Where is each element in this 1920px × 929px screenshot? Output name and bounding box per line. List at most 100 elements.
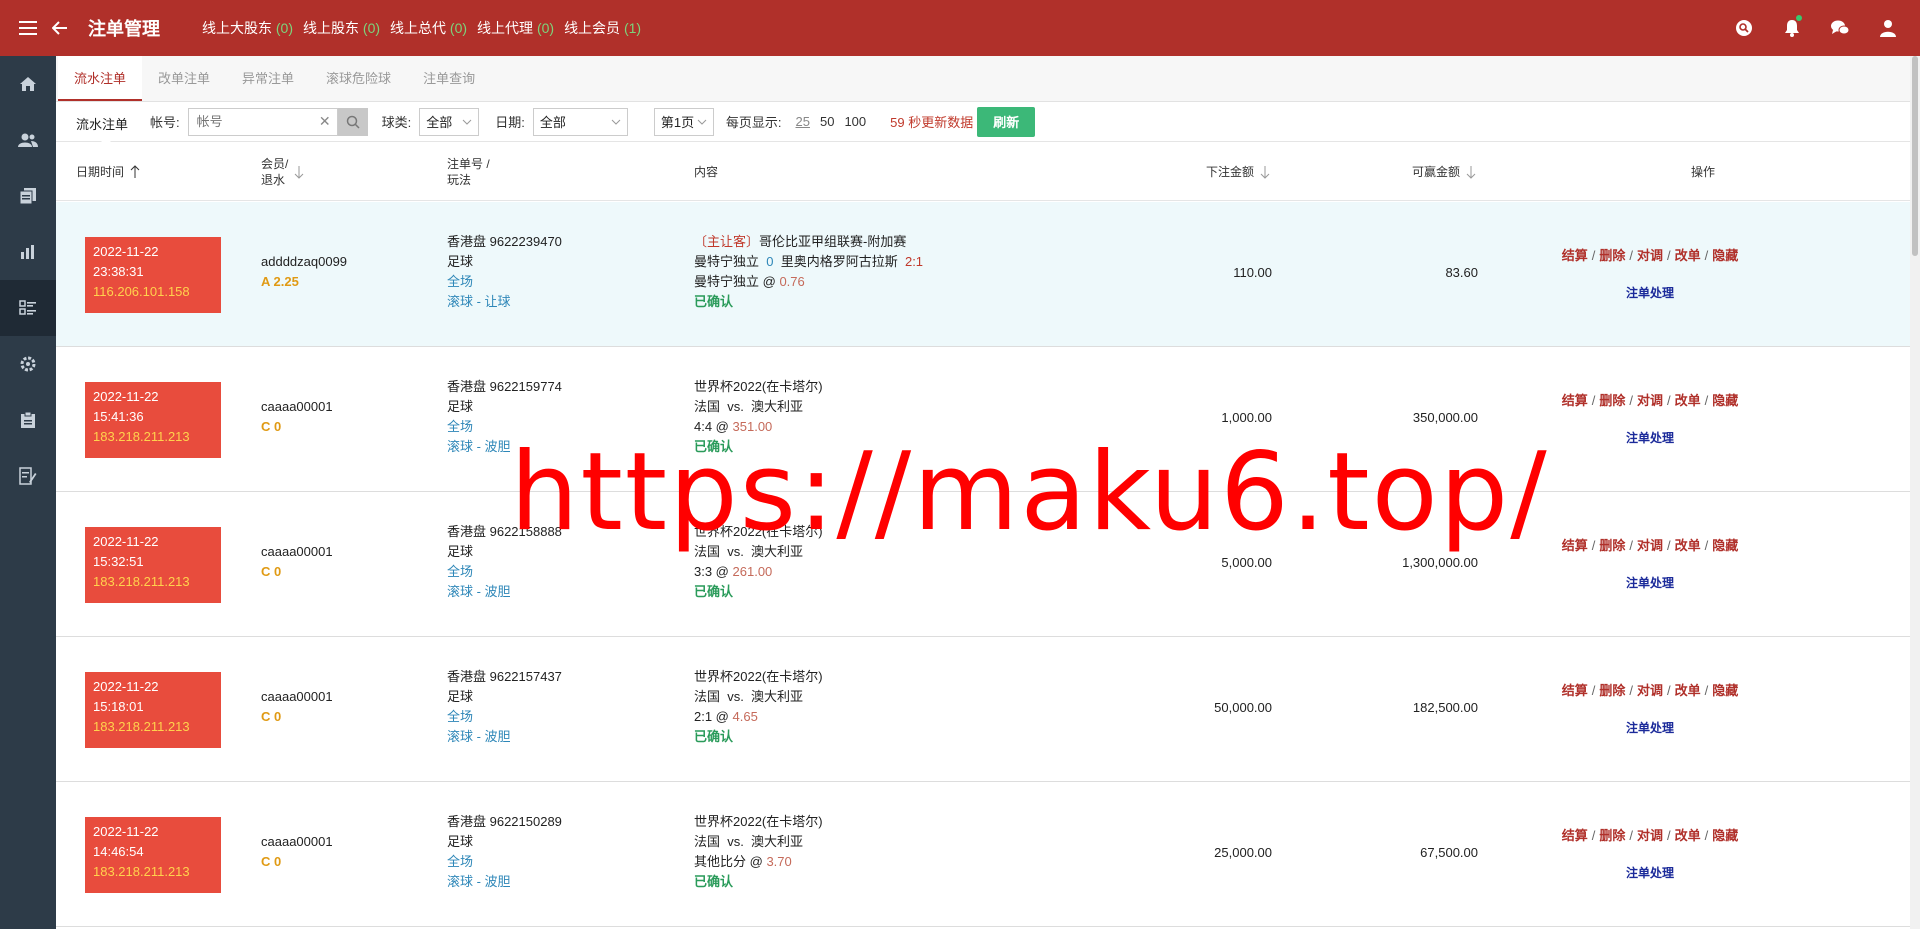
col-member[interactable]: 会员/退水 (261, 142, 304, 201)
nav-edit-docs[interactable] (0, 448, 56, 504)
stake-amount: 5,000.00 (1221, 555, 1272, 570)
settle-link[interactable]: 结算 (1562, 538, 1588, 553)
per-page-25[interactable]: 25 (796, 114, 810, 129)
col-datetime[interactable]: 日期时间 (76, 142, 140, 201)
delete-link[interactable]: 删除 (1599, 393, 1625, 408)
refresh-button[interactable]: 刷新 (977, 106, 1036, 137)
modify-link[interactable]: 改单 (1675, 248, 1701, 263)
bet-info-cell: 香港盘 9622150289 足球 全场 滚球 - 波胆 (447, 814, 562, 889)
row-actions: 结算 / 删除 / 对调 / 改单 / 隐藏 注单处理 (1507, 680, 1793, 736)
table-body: 2022-11-22 23:38:31 116.206.101.158 addddza… (56, 202, 1910, 929)
modify-link[interactable]: 改单 (1675, 393, 1701, 408)
home-icon (20, 77, 36, 91)
chevron-down-icon (462, 119, 472, 125)
swap-link[interactable]: 对调 (1637, 828, 1663, 843)
row-actions: 结算 / 删除 / 对调 / 改单 / 隐藏 注单处理 (1507, 535, 1793, 591)
tab-live-danger[interactable]: 滚球危险球 (310, 56, 407, 101)
nav-clipboard[interactable] (0, 392, 56, 448)
tab-bet-query[interactable]: 注单查询 (407, 56, 491, 101)
win-amount: 350,000.00 (1412, 410, 1478, 425)
swap-link[interactable]: 对调 (1637, 248, 1663, 263)
hide-link[interactable]: 隐藏 (1712, 248, 1738, 263)
date-select[interactable]: 全部 (532, 107, 628, 136)
col-stake[interactable]: 下注金额 (1206, 142, 1270, 201)
member-cell: caaaa00001 C 0 (261, 689, 333, 724)
table-row: 2022-11-22 23:38:31 116.206.101.158 addddza… (56, 202, 1910, 347)
search-button[interactable] (337, 107, 368, 136)
ball-type-select[interactable]: 全部 (419, 107, 480, 136)
nav-stats[interactable] (0, 224, 56, 280)
timestamp-box: 2022-11-22 14:46:54 183.218.211.213 (85, 817, 221, 893)
watermark-text: https://maku6.top/ (510, 430, 1549, 555)
process-bet-link[interactable]: 注单处理 (1507, 719, 1793, 736)
hide-link[interactable]: 隐藏 (1712, 393, 1738, 408)
stat-member[interactable]: 线上会员 (1) (564, 18, 641, 38)
date-label: 日期: (495, 115, 525, 130)
tab-flow-bets[interactable]: 流水注单 (58, 56, 143, 101)
delete-link[interactable]: 删除 (1599, 538, 1625, 553)
update-countdown: 59 秒更新数据 (890, 115, 974, 130)
process-bet-link[interactable]: 注单处理 (1507, 429, 1793, 446)
swap-link[interactable]: 对调 (1637, 538, 1663, 553)
scrollbar-thumb[interactable] (1912, 56, 1918, 256)
delete-link[interactable]: 删除 (1599, 828, 1625, 843)
modify-link[interactable]: 改单 (1675, 828, 1701, 843)
stake-amount: 110.00 (1233, 265, 1272, 280)
timestamp-box: 2022-11-22 15:41:36 183.218.211.213 (85, 382, 221, 458)
hide-link[interactable]: 隐藏 (1712, 538, 1738, 553)
subtab-flow-bets[interactable]: 流水注单 (76, 102, 150, 143)
modify-link[interactable]: 改单 (1675, 538, 1701, 553)
nav-reports[interactable] (0, 168, 56, 224)
sidebar (0, 56, 56, 929)
search-circle-icon[interactable] (1720, 0, 1768, 56)
per-page-50[interactable]: 50 (820, 114, 834, 129)
delete-link[interactable]: 删除 (1599, 683, 1625, 698)
user-icon[interactable] (1864, 0, 1912, 56)
page-select[interactable]: 第1页 (653, 107, 714, 136)
member-cell: addddzaq0099 A 2.25 (261, 254, 348, 289)
process-bet-link[interactable]: 注单处理 (1507, 864, 1793, 881)
settle-link[interactable]: 结算 (1562, 393, 1588, 408)
process-bet-link[interactable]: 注单处理 (1507, 284, 1793, 301)
swap-link[interactable]: 对调 (1637, 393, 1663, 408)
timestamp-box: 2022-11-22 15:18:01 183.218.211.213 (85, 672, 221, 748)
nav-home[interactable] (0, 56, 56, 112)
delete-link[interactable]: 删除 (1599, 248, 1625, 263)
stat-agent[interactable]: 线上代理 (0) (477, 18, 554, 38)
tab-modified-bets[interactable]: 改单注单 (142, 56, 226, 101)
stat-general-agent[interactable]: 线上总代 (0) (390, 18, 467, 38)
tab-bar: 流水注单 改单注单 异常注单 滚球危险球 注单查询 (56, 56, 1910, 102)
scrollbar[interactable] (1910, 56, 1920, 929)
nav-bets[interactable] (0, 280, 56, 336)
clear-icon[interactable]: ✕ (319, 113, 331, 130)
back-arrow-icon[interactable] (48, 0, 72, 56)
settle-link[interactable]: 结算 (1562, 683, 1588, 698)
chat-icon[interactable] (1816, 0, 1864, 56)
content-cell: 〔主让客〕哥伦比亚甲组联赛-附加赛 曼特宁独立 0 里奥内格罗阿古拉斯 2:1 曼特… (694, 234, 924, 309)
nav-users[interactable] (0, 112, 56, 168)
settle-link[interactable]: 结算 (1562, 828, 1588, 843)
col-win[interactable]: 可赢金额 (1412, 142, 1476, 201)
tab-abnormal-bets[interactable]: 异常注单 (226, 56, 310, 101)
swap-link[interactable]: 对调 (1637, 683, 1663, 698)
account-label: 帐号: (150, 115, 180, 130)
per-page-label: 每页显示: (725, 115, 782, 130)
bet-info-cell: 香港盘 9622157437 足球 全场 滚球 - 波胆 (447, 669, 562, 744)
modify-link[interactable]: 改单 (1675, 683, 1701, 698)
hide-link[interactable]: 隐藏 (1712, 828, 1738, 843)
settle-link[interactable]: 结算 (1562, 248, 1588, 263)
per-page-100[interactable]: 100 (844, 114, 866, 129)
stat-major-shareholder[interactable]: 线上大股东 (0) (202, 18, 293, 38)
account-input[interactable] (188, 108, 309, 135)
member-cell: caaaa00001 C 0 (261, 834, 333, 869)
content-cell: 世界杯2022(在卡塔尔) 法国 vs. 澳大利亚 2:1 @ 4.65 已确认 (694, 669, 823, 744)
process-bet-link[interactable]: 注单处理 (1507, 574, 1793, 591)
win-amount: 67,500.00 (1420, 845, 1478, 860)
col-bet-number: 注单号 / 玩法 (447, 156, 490, 187)
bet-info-cell: 香港盘 9622239470 足球 全场 滚球 - 让球 (447, 234, 562, 309)
win-amount: 1,300,000.00 (1402, 555, 1478, 570)
nav-settings[interactable] (0, 336, 56, 392)
stat-shareholder[interactable]: 线上股东 (0) (303, 18, 380, 38)
hide-link[interactable]: 隐藏 (1712, 683, 1738, 698)
bell-icon[interactable] (1768, 0, 1816, 56)
